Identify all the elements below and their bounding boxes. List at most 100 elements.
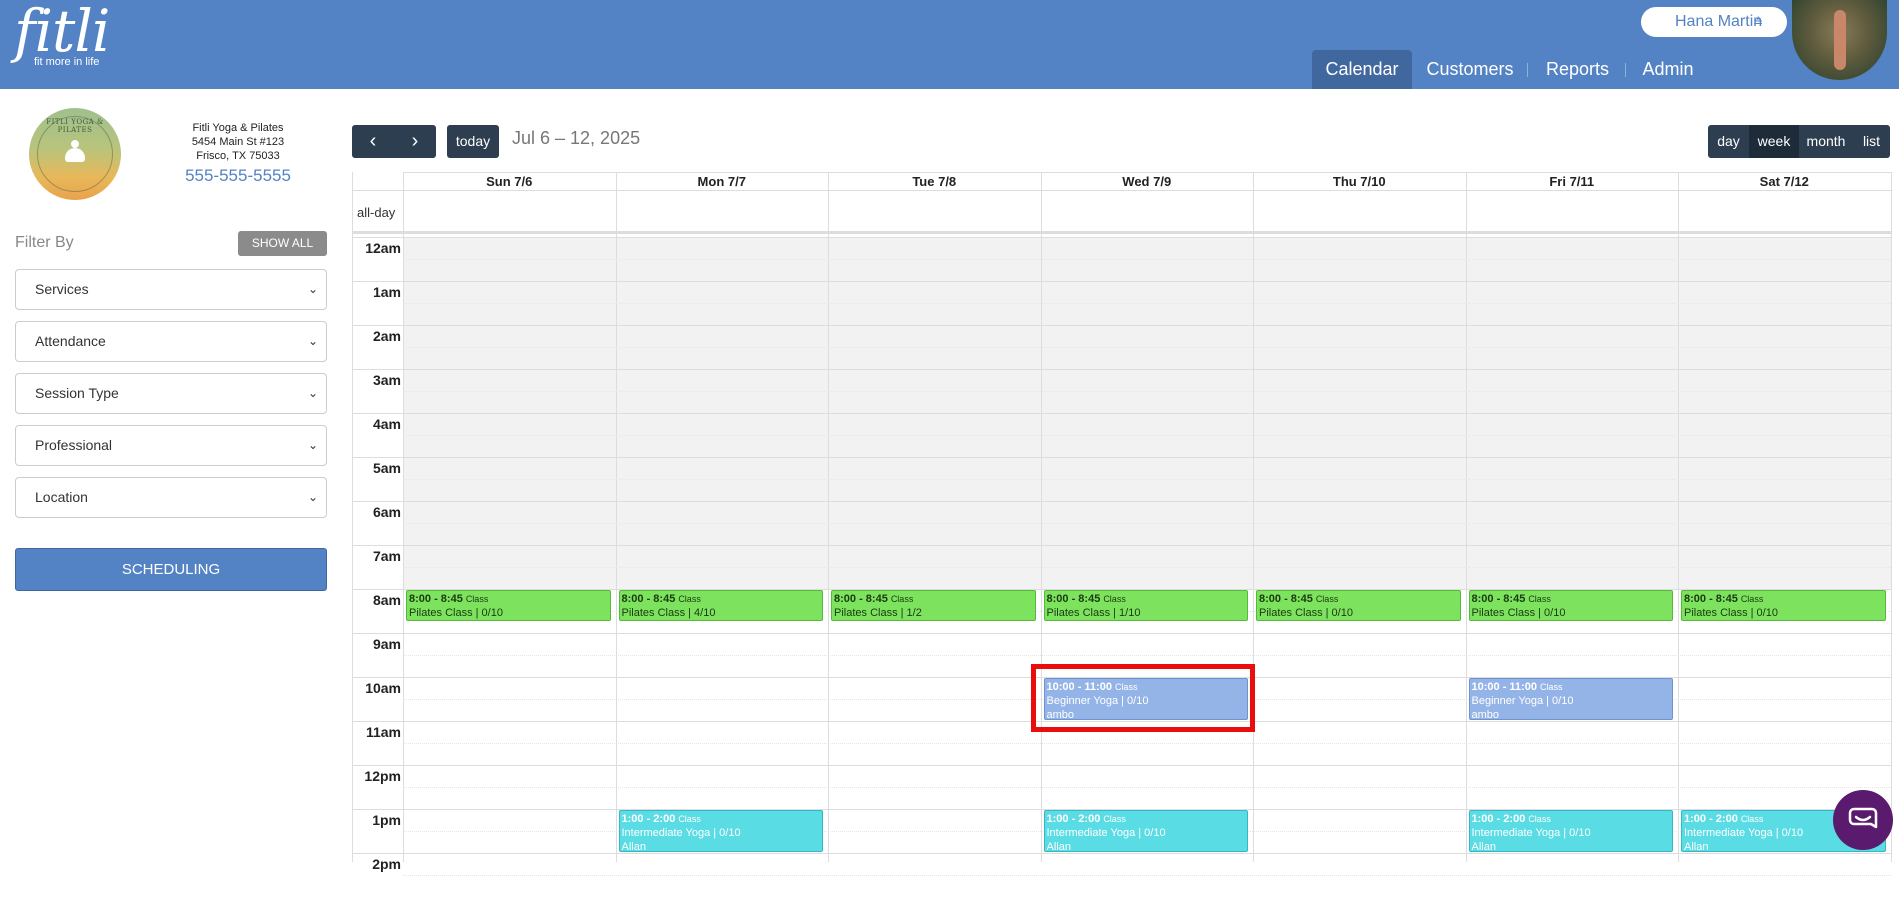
nav-customers[interactable]: Customers bbox=[1420, 50, 1520, 89]
event-type: Class bbox=[890, 594, 914, 604]
event-title: Intermediate Yoga | 0/10 bbox=[621, 827, 741, 839]
event-time: 8:00 - 8:45 bbox=[621, 593, 676, 605]
event-title: Beginner Yoga | 0/10 bbox=[1046, 695, 1149, 707]
hour-label: 2am bbox=[372, 328, 401, 344]
select-value: Session Type bbox=[35, 385, 119, 401]
chevron-right-icon: › bbox=[411, 130, 419, 152]
event-type: Class bbox=[1740, 814, 1764, 824]
event-time: 1:00 - 2:00 bbox=[1684, 813, 1738, 825]
business-phone[interactable]: 555-555-5555 bbox=[160, 166, 316, 186]
chat-bubble-icon bbox=[1848, 807, 1878, 829]
user-name: Hana Martin bbox=[1675, 13, 1763, 30]
next-week-button[interactable]: › bbox=[394, 125, 436, 158]
calendar-event[interactable]: 10:00 - 11:00 Class Beginner Yoga | 0/10 am… bbox=[1468, 678, 1673, 720]
all-day-row[interactable]: all-day bbox=[353, 190, 1891, 234]
all-day-label: all-day bbox=[357, 205, 396, 220]
event-professional: Allan bbox=[621, 841, 646, 852]
today-button[interactable]: today bbox=[447, 125, 499, 158]
fitli-logo[interactable]: fitli fit more in life bbox=[14, 2, 110, 68]
event-time: 1:00 - 2:00 bbox=[1046, 813, 1101, 825]
day-header[interactable]: Wed 7/9 bbox=[1040, 172, 1253, 190]
day-header[interactable]: Tue 7/8 bbox=[828, 172, 1041, 190]
event-professional: ambo bbox=[1471, 709, 1500, 720]
calendar-event[interactable]: 8:00 - 8:45 Class Pilates Class | 4/10 bbox=[618, 590, 823, 621]
day-header[interactable]: Sun 7/6 bbox=[403, 172, 616, 190]
attendance-select[interactable]: Attendance ⌄ bbox=[15, 321, 327, 362]
avatar[interactable] bbox=[1792, 0, 1887, 80]
prev-week-button[interactable]: ‹ bbox=[352, 125, 394, 158]
calendar-event[interactable]: 8:00 - 8:45 Class Pilates Class | 1/2 bbox=[831, 590, 1036, 621]
hour-label: 7am bbox=[372, 548, 401, 564]
session-type-select[interactable]: Session Type ⌄ bbox=[15, 373, 327, 414]
business-logo-text: FITLI YOGA & PILATES bbox=[46, 118, 104, 134]
event-type: Class bbox=[1528, 814, 1551, 824]
hour-label: 8am bbox=[372, 592, 401, 608]
half-hour-line bbox=[403, 391, 1891, 392]
chevron-down-icon: ⌄ bbox=[307, 438, 318, 452]
event-type: Class bbox=[678, 814, 701, 824]
chevron-down-icon: ⌄ bbox=[307, 282, 318, 296]
nav-admin[interactable]: Admin bbox=[1634, 50, 1702, 89]
view-list-button[interactable]: list bbox=[1853, 125, 1890, 158]
select-value: Services bbox=[35, 281, 89, 297]
calendar-event[interactable]: 8:00 - 8:45 Class Pilates Class | 0/10 bbox=[1468, 590, 1673, 621]
event-time: 10:00 - 11:00 bbox=[1046, 681, 1112, 693]
calendar-event[interactable]: 10:00 - 11:00 Class Beginner Yoga | 0/10 am… bbox=[1043, 678, 1248, 720]
scheduling-button[interactable]: SCHEDULING bbox=[15, 548, 327, 591]
half-hour-line bbox=[403, 787, 1891, 788]
calendar-event[interactable]: 8:00 - 8:45 Class Pilates Class | 0/10 bbox=[406, 590, 611, 621]
calendar-event[interactable]: 1:00 - 2:00 Class Intermediate Yoga | 0/10… bbox=[1043, 810, 1248, 852]
calendar-event[interactable]: 8:00 - 8:45 Class Pilates Class | 0/10 bbox=[1256, 590, 1461, 621]
hour-label: 1pm bbox=[372, 812, 401, 828]
view-week-button[interactable]: week bbox=[1749, 125, 1799, 158]
event-title: Pilates Class | 1/10 bbox=[1046, 607, 1141, 619]
event-type: Class bbox=[1103, 594, 1126, 604]
event-time: 1:00 - 2:00 bbox=[621, 813, 676, 825]
hour-label: 11am bbox=[365, 724, 401, 740]
calendar-event[interactable]: 8:00 - 8:45 Class Pilates Class | 0/10 bbox=[1681, 590, 1886, 621]
half-hour-line bbox=[403, 347, 1891, 348]
chevron-left-icon: ‹ bbox=[369, 130, 377, 152]
location-select[interactable]: Location ⌄ bbox=[15, 477, 327, 518]
hour-label: 9am bbox=[372, 636, 401, 652]
half-hour-line bbox=[403, 875, 1891, 876]
event-title: Intermediate Yoga | 0/10 bbox=[1046, 827, 1166, 839]
user-menu-button[interactable]: Hana Martin ≛ bbox=[1641, 7, 1787, 37]
nav-calendar[interactable]: Calendar bbox=[1312, 50, 1412, 89]
hour-label: 5am bbox=[372, 460, 401, 476]
event-type: Class bbox=[1315, 594, 1339, 604]
event-title: Pilates Class | 1/2 bbox=[834, 607, 922, 619]
calendar-event[interactable]: 8:00 - 8:45 Class Pilates Class | 1/10 bbox=[1043, 590, 1248, 621]
chevron-down-icon: ⌄ bbox=[307, 490, 318, 504]
event-type: Class bbox=[465, 594, 489, 604]
calendar-event[interactable]: 1:00 - 2:00 Class Intermediate Yoga | 0/10… bbox=[1468, 810, 1673, 852]
select-value: Attendance bbox=[35, 333, 106, 349]
event-time: 8:00 - 8:45 bbox=[1046, 593, 1101, 605]
business-logo: FITLI YOGA & PILATES bbox=[29, 108, 121, 200]
business-name: Fitli Yoga & Pilates bbox=[192, 122, 284, 134]
select-value: Professional bbox=[35, 437, 113, 453]
business-address-line2: Frisco, TX 75033 bbox=[196, 150, 280, 162]
day-header[interactable]: Sat 7/12 bbox=[1678, 172, 1891, 190]
half-hour-line bbox=[403, 479, 1891, 480]
chevron-down-icon: ≛ bbox=[1752, 15, 1763, 29]
chat-support-button[interactable] bbox=[1833, 790, 1893, 850]
nav-reports[interactable]: Reports bbox=[1535, 50, 1620, 89]
day-header[interactable]: Mon 7/7 bbox=[615, 172, 828, 190]
show-all-button[interactable]: SHOW ALL bbox=[238, 231, 327, 256]
hour-label: 2pm bbox=[372, 856, 401, 872]
half-hour-line bbox=[403, 743, 1891, 744]
hour-label: 1am bbox=[372, 284, 401, 300]
view-month-button[interactable]: month bbox=[1799, 125, 1853, 158]
event-title: Pilates Class | 0/10 bbox=[1471, 607, 1566, 619]
day-header[interactable]: Fri 7/11 bbox=[1465, 172, 1678, 190]
calendar-event[interactable]: 1:00 - 2:00 Class Intermediate Yoga | 0/10… bbox=[618, 810, 823, 852]
event-type: Class bbox=[1528, 594, 1551, 604]
professional-select[interactable]: Professional ⌄ bbox=[15, 425, 327, 466]
services-select[interactable]: Services ⌄ bbox=[15, 269, 327, 310]
event-time: 8:00 - 8:45 bbox=[834, 593, 888, 605]
view-day-button[interactable]: day bbox=[1708, 125, 1749, 158]
event-title: Pilates Class | 0/10 bbox=[409, 607, 503, 619]
hour-label: 3am bbox=[372, 372, 401, 388]
day-header[interactable]: Thu 7/10 bbox=[1253, 172, 1466, 190]
